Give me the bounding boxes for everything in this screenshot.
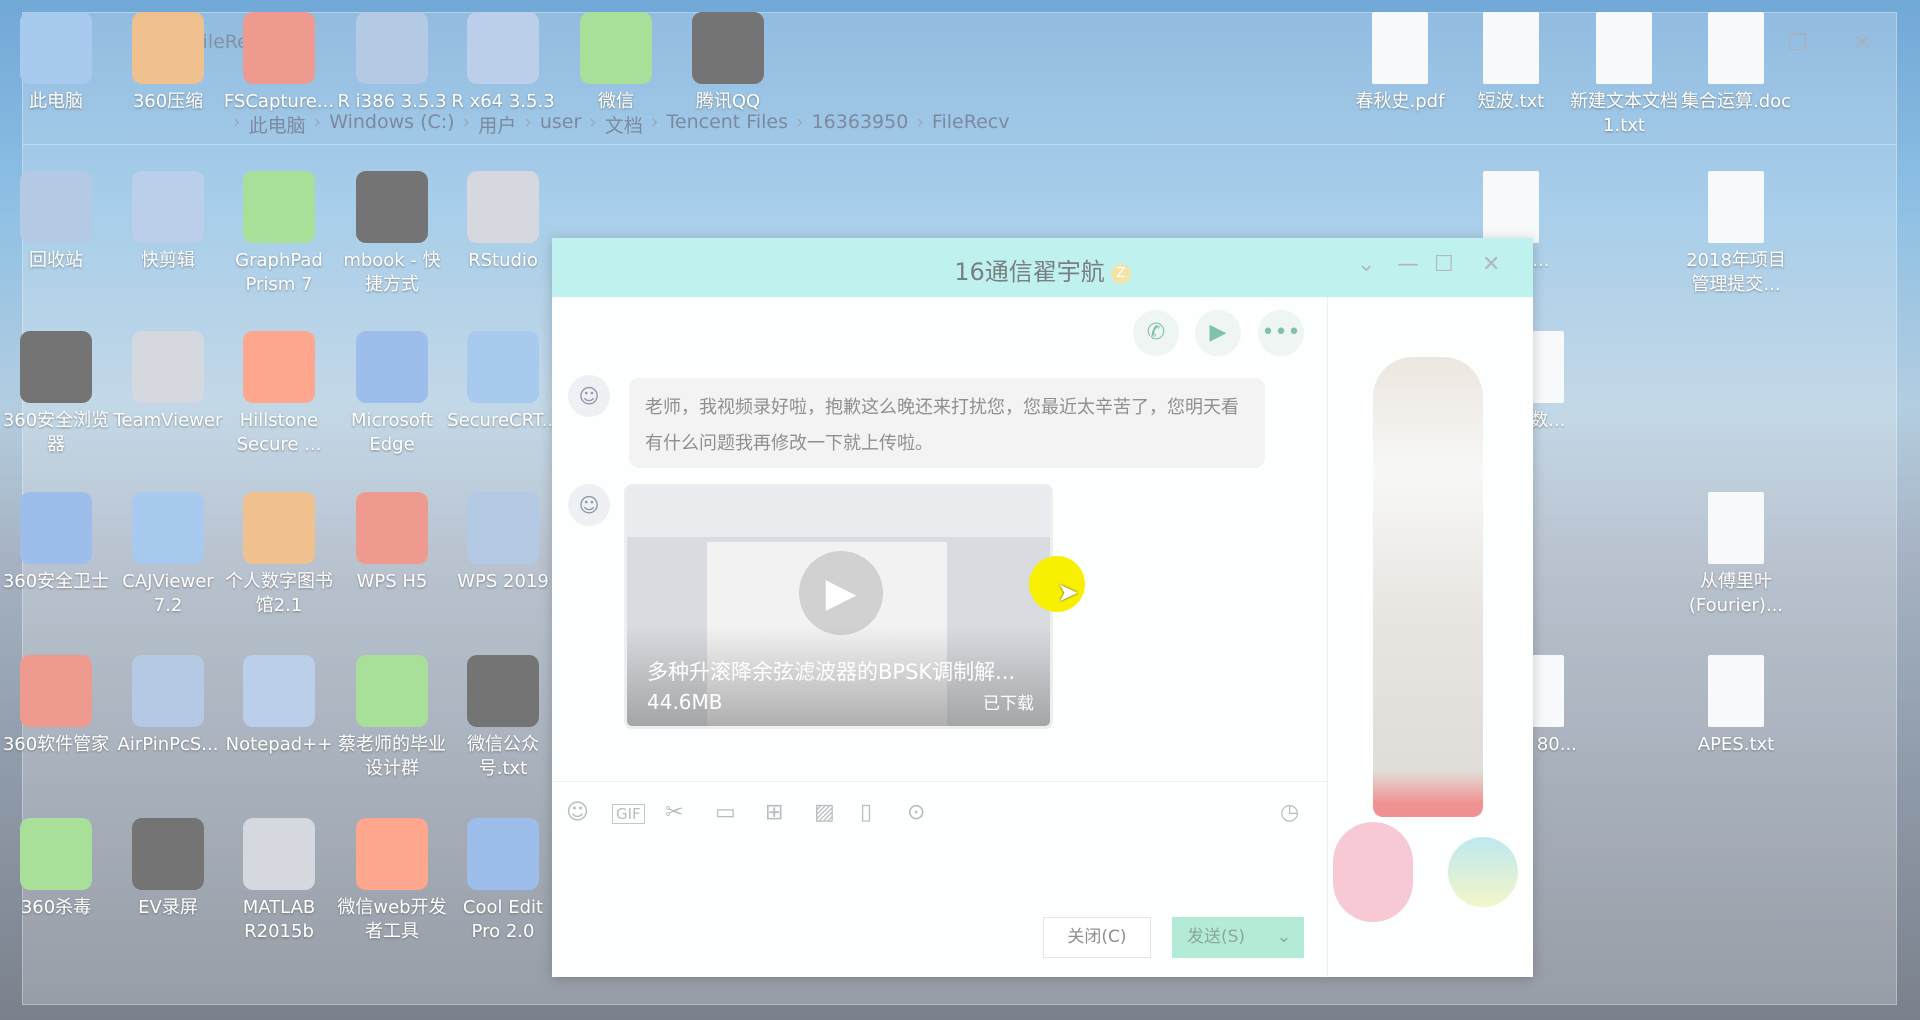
video-file-name: 多种升滚降余弦滤波器的BPSK调制解...	[647, 660, 1016, 684]
scissors-icon[interactable]: ✂	[665, 800, 683, 825]
chat-title-bar: 16通信翟宇航 Z ⌄ — ☐ ✕	[552, 238, 1533, 297]
cursor-icon: ➤	[1057, 578, 1079, 608]
maximize-icon[interactable]: ☐	[1434, 252, 1454, 277]
chevron-down-icon[interactable]: ⌄	[1277, 918, 1291, 957]
vip-badge: Z	[1110, 264, 1131, 284]
send-button[interactable]: 发送(S) ⌄	[1172, 917, 1304, 958]
image-icon[interactable]: ▨	[814, 800, 835, 825]
phone-call-icon[interactable]: ✆	[1133, 310, 1179, 356]
show-sidebar	[1327, 297, 1533, 977]
character-image	[1373, 357, 1483, 817]
close-icon[interactable]: ✕	[1482, 252, 1500, 277]
input-divider	[552, 781, 1327, 782]
avatar[interactable]: ☺	[568, 484, 610, 526]
send-label: 发送(S)	[1187, 927, 1246, 947]
minimize-icon[interactable]: —	[1397, 252, 1419, 277]
history-clock-icon[interactable]: ◷	[1280, 800, 1299, 825]
video-file-size: 44.6MB	[647, 690, 723, 714]
emoji-icon[interactable]: ☺	[566, 800, 589, 825]
video-thumbnail	[627, 487, 1050, 537]
avatar[interactable]: ☺	[568, 375, 610, 417]
video-file-card[interactable]: ▶ 多种升滚降余弦滤波器的BPSK调制解... 44.6MB 已下载	[624, 484, 1053, 729]
gif-icon[interactable]: GIF	[612, 804, 645, 824]
chevron-down-icon[interactable]: ⌄	[1357, 252, 1375, 277]
red-packet-icon[interactable]: ⊞	[765, 800, 783, 825]
contact-name: 16通信翟宇航	[954, 258, 1105, 286]
more-tools-icon[interactable]: ⊙	[907, 800, 925, 825]
folder-icon[interactable]: ▭	[715, 800, 736, 825]
video-call-icon[interactable]: ▶	[1195, 310, 1241, 356]
mouse-cursor-highlight: ➤	[1029, 556, 1085, 612]
message-bubble: 老师，我视频录好啦，抱歉这么晚还来打扰您，您最近太辛苦了，您明天看有什么问题我再…	[629, 378, 1265, 468]
close-button[interactable]: 关闭(C)	[1043, 917, 1151, 958]
game-icon[interactable]	[1448, 837, 1518, 907]
pet-image[interactable]	[1333, 822, 1413, 922]
download-status: 已下载	[983, 694, 1034, 714]
shake-icon[interactable]: ▯	[860, 800, 872, 825]
more-icon[interactable]: •••	[1258, 310, 1304, 356]
play-icon[interactable]: ▶	[799, 551, 883, 635]
